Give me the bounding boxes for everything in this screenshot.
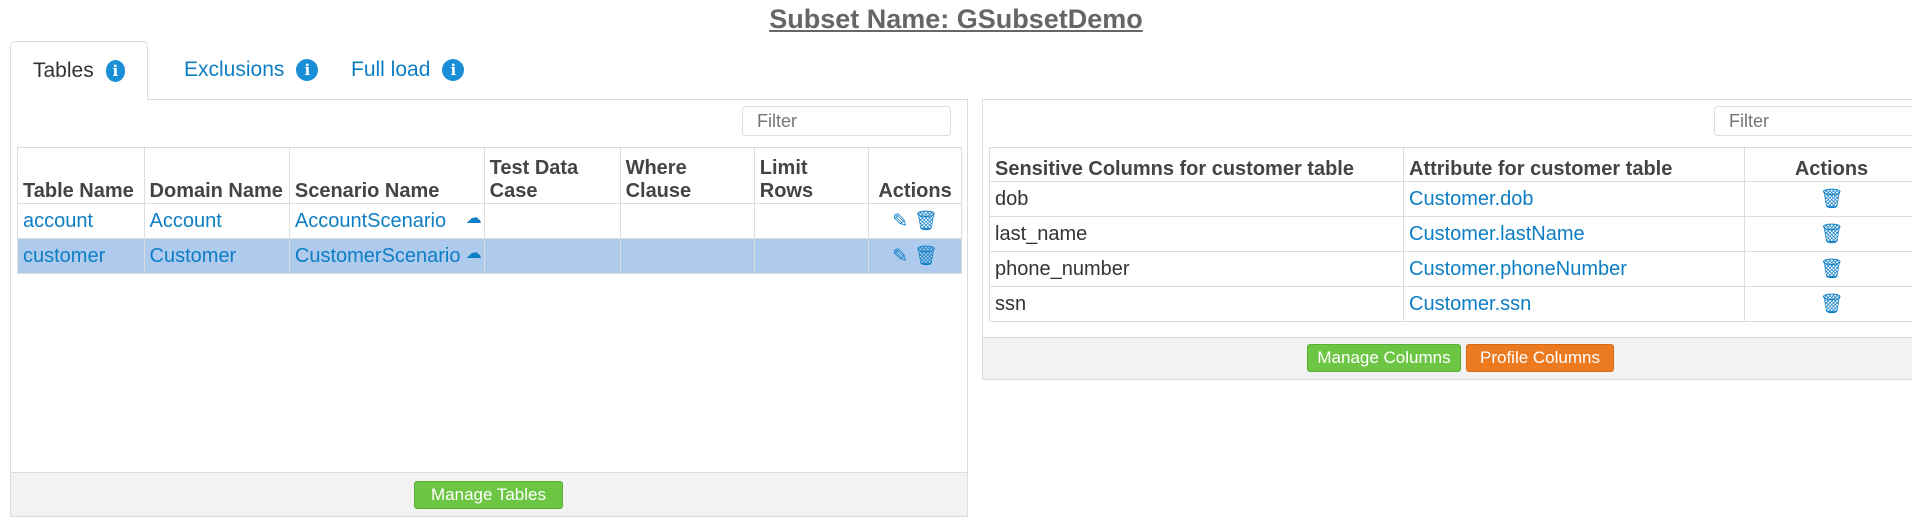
trash-icon[interactable]: 🗑 bbox=[914, 246, 938, 267]
column-header-actions: Actions bbox=[868, 147, 962, 204]
columns-filter-input[interactable] bbox=[1714, 106, 1912, 136]
edit-pencil-icon[interactable]: ✎ bbox=[892, 246, 908, 267]
where-clause-cell[interactable] bbox=[619, 203, 755, 239]
scenario-name-link[interactable]: CustomerScenario bbox=[295, 245, 461, 267]
tab-exclusions[interactable]: Exclusions i bbox=[162, 41, 340, 99]
column-header-where-clause[interactable]: Where Clause bbox=[619, 147, 755, 204]
tab-full-load[interactable]: Full load i bbox=[329, 41, 486, 99]
column-name-cell: last_name bbox=[989, 216, 1404, 252]
manage-tables-button[interactable]: Manage Tables bbox=[414, 481, 563, 509]
info-icon[interactable]: i bbox=[296, 59, 319, 81]
actions-cell: 🗑 bbox=[1744, 251, 1912, 287]
table-row[interactable]: ssn Customer.ssn 🗑 bbox=[989, 286, 1912, 322]
table-row[interactable]: dob Customer.dob 🗑 bbox=[989, 181, 1912, 217]
edit-pencil-icon[interactable]: ✎ bbox=[892, 211, 908, 232]
tables-table: Table Name Domain Name Scenario Name Tes… bbox=[17, 147, 962, 274]
attribute-cell[interactable]: Customer.ssn bbox=[1403, 286, 1745, 322]
actions-cell: ✎ 🗑 bbox=[868, 238, 962, 274]
column-name-cell: ssn bbox=[989, 286, 1404, 322]
column-header-attribute[interactable]: Attribute for customer table bbox=[1403, 147, 1745, 182]
table-row[interactable]: phone_number Customer.phoneNumber 🗑 bbox=[989, 251, 1912, 287]
domain-name-cell[interactable]: Customer bbox=[143, 238, 290, 274]
column-name-cell: dob bbox=[989, 181, 1404, 217]
column-header-scenario-name[interactable]: Scenario Name bbox=[288, 147, 485, 204]
tab-tables-label: Tables bbox=[33, 59, 94, 82]
limit-rows-cell[interactable] bbox=[753, 238, 870, 274]
tab-tables[interactable]: Tables i bbox=[10, 41, 148, 100]
scenario-name-cell: AccountScenario ☁ bbox=[288, 203, 485, 239]
where-clause-cell[interactable] bbox=[619, 238, 755, 274]
sensitive-columns-table: Sensitive Columns for customer table Att… bbox=[989, 147, 1912, 322]
cloud-download-icon[interactable]: ☁ bbox=[466, 243, 482, 263]
domain-name-cell[interactable]: Account bbox=[143, 203, 290, 239]
trash-icon[interactable]: 🗑 bbox=[1819, 224, 1843, 245]
actions-cell: 🗑 bbox=[1744, 216, 1912, 252]
attribute-cell[interactable]: Customer.lastName bbox=[1403, 216, 1745, 252]
column-header-domain-name[interactable]: Domain Name bbox=[143, 147, 290, 204]
columns-panel-footer: Manage Columns Profile Columns bbox=[983, 337, 1912, 379]
scenario-name-cell: CustomerScenario ☁ bbox=[288, 238, 485, 274]
column-header-test-data-case[interactable]: Test Data Case bbox=[483, 147, 621, 204]
table-header-row: Table Name Domain Name Scenario Name Tes… bbox=[17, 147, 962, 204]
trash-icon[interactable]: 🗑 bbox=[1819, 259, 1843, 280]
limit-rows-cell[interactable] bbox=[753, 203, 870, 239]
manage-columns-button[interactable]: Manage Columns bbox=[1307, 344, 1461, 372]
tab-bar: Tables i Exclusions i Full load i bbox=[10, 41, 968, 100]
column-header-limit-rows[interactable]: Limit Rows bbox=[753, 147, 870, 204]
table-row[interactable]: account Account AccountScenario ☁ ✎ 🗑 bbox=[17, 203, 962, 239]
trash-icon[interactable]: 🗑 bbox=[914, 211, 938, 232]
test-data-case-cell[interactable] bbox=[483, 238, 621, 274]
scenario-name-link[interactable]: AccountScenario bbox=[295, 210, 446, 232]
tables-panel-footer: Manage Tables bbox=[11, 472, 967, 516]
actions-cell: 🗑 bbox=[1744, 181, 1912, 217]
trash-icon[interactable]: 🗑 bbox=[1819, 189, 1843, 210]
tables-filter-input[interactable] bbox=[742, 106, 951, 136]
column-header-sensitive-columns[interactable]: Sensitive Columns for customer table bbox=[989, 147, 1404, 182]
info-icon[interactable]: i bbox=[105, 60, 125, 82]
table-name-cell[interactable]: customer bbox=[17, 238, 145, 274]
test-data-case-cell[interactable] bbox=[483, 203, 621, 239]
table-row[interactable]: last_name Customer.lastName 🗑 bbox=[989, 216, 1912, 252]
cloud-download-icon[interactable]: ☁ bbox=[466, 208, 482, 228]
columns-panel: Sensitive Columns for customer table Att… bbox=[982, 99, 1912, 380]
tab-exclusions-label: Exclusions bbox=[184, 58, 285, 81]
trash-icon[interactable]: 🗑 bbox=[1819, 294, 1843, 315]
actions-cell: ✎ 🗑 bbox=[868, 203, 962, 239]
profile-columns-button[interactable]: Profile Columns bbox=[1466, 344, 1614, 372]
table-header-row: Sensitive Columns for customer table Att… bbox=[989, 147, 1912, 182]
attribute-cell[interactable]: Customer.dob bbox=[1403, 181, 1745, 217]
attribute-cell[interactable]: Customer.phoneNumber bbox=[1403, 251, 1745, 287]
tables-panel: Table Name Domain Name Scenario Name Tes… bbox=[10, 99, 968, 517]
table-name-cell[interactable]: account bbox=[17, 203, 145, 239]
tab-full-load-label: Full load bbox=[351, 58, 431, 81]
info-icon[interactable]: i bbox=[442, 59, 465, 81]
page-title: Subset Name: GSubsetDemo bbox=[769, 4, 1143, 34]
column-name-cell: phone_number bbox=[989, 251, 1404, 287]
column-header-actions: Actions bbox=[1744, 147, 1912, 182]
table-row[interactable]: customer Customer CustomerScenario ☁ ✎ 🗑 bbox=[17, 238, 962, 274]
column-header-table-name[interactable]: Table Name bbox=[17, 147, 145, 204]
actions-cell: 🗑 bbox=[1744, 286, 1912, 322]
